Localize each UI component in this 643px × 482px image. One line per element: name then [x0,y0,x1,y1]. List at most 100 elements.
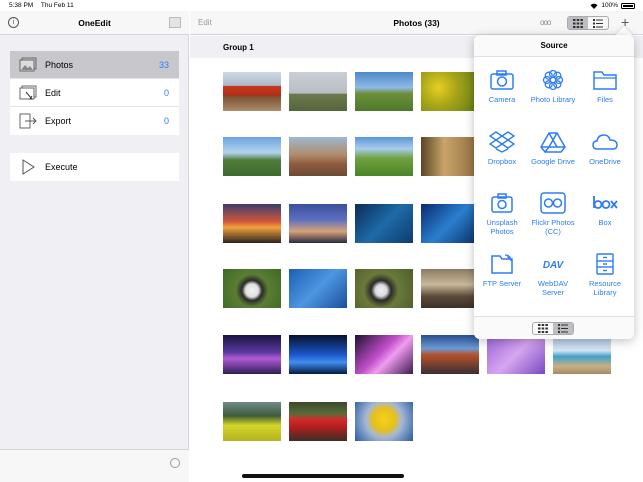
photo-thumbnail[interactable] [223,204,281,243]
source-label: Box [598,218,612,227]
photo-thumbnail[interactable] [223,72,281,111]
history-icon[interactable] [170,458,180,468]
source-label: Files [597,95,613,104]
photo-thumbnail[interactable] [355,269,413,308]
status-bar: 5:38 PM Thu Feb 11 100% [0,0,643,11]
photo-thumbnail[interactable] [421,335,479,374]
sidebar-item-photos[interactable]: Photos 33 [10,51,179,79]
grid-view-icon[interactable] [533,323,553,334]
files-icon [593,71,617,90]
sidebar-header: i OneEdit [0,11,189,35]
ftp-server-icon [491,254,513,274]
source-unsplash[interactable]: Unsplash Photos [476,192,528,236]
photo-thumbnail[interactable] [487,335,545,374]
photo-thumbnail[interactable] [223,402,281,441]
source-webdav-server[interactable]: DAV WebDAV Server [527,253,579,297]
photo-thumbnail[interactable] [421,137,479,176]
source-ftp-server[interactable]: FTP Server [476,253,528,288]
source-label: Flickr Photos (CC) [531,218,575,236]
svg-text:DAV: DAV [543,260,565,271]
wifi-icon [590,3,598,9]
photo-library-icon [542,69,564,91]
onedrive-icon [592,134,618,150]
export-icon [19,113,37,129]
sidebar-item-label: Photos [45,59,74,70]
execute-button[interactable]: Execute [10,153,179,181]
execute-label: Execute [45,162,78,172]
photo-thumbnail[interactable] [223,269,281,308]
source-onedrive[interactable]: OneDrive [579,131,631,166]
execute-group: Execute [10,153,179,181]
sidebar-item-count: 33 [158,59,169,70]
more-button[interactable]: ooo [540,18,551,27]
photo-thumbnail[interactable] [289,402,347,441]
source-label: Google Drive [531,157,575,166]
photo-thumbnail[interactable] [289,204,347,243]
source-popover: Source Camera Photo Library Files Dropbo… [474,35,634,339]
photo-thumbnail[interactable] [421,204,479,243]
source-label: OneDrive [589,157,621,166]
main-header: Edit Photos (33) ooo + [190,11,643,35]
app-title: OneEdit [78,18,111,28]
sidebar-item-count: 0 [163,116,169,126]
source-label: WebDAV Server [537,279,569,297]
google-drive-icon [540,132,566,153]
photo-thumbnail[interactable] [553,335,611,374]
flickr-icon [540,192,566,214]
photo-thumbnail[interactable] [355,402,413,441]
home-indicator[interactable] [242,474,404,478]
source-resource-library[interactable]: Resource Library [579,253,631,297]
source-label: FTP Server [482,279,522,288]
photo-thumbnail[interactable] [421,269,479,308]
box-icon [593,196,618,209]
workflow-menu: Photos 33 Edit 0 Export 0 [10,51,179,135]
photo-thumbnail[interactable] [289,269,347,308]
popover-footer [474,316,634,339]
webdav-server-icon: DAV [543,260,565,271]
unsplash-icon [491,193,513,213]
source-google-drive[interactable]: Google Drive [527,131,579,166]
camera-icon [490,70,514,90]
photo-thumbnail[interactable] [355,137,413,176]
battery-icon [621,2,635,9]
sidebar-footer [0,449,189,482]
source-camera[interactable]: Camera [476,69,528,104]
sidebar-item-export[interactable]: Export 0 [10,107,179,135]
list-view-icon[interactable] [588,17,608,29]
photo-thumbnail[interactable] [355,204,413,243]
photo-thumbnail[interactable] [355,72,413,111]
play-icon [22,159,35,175]
source-label: Photo Library [530,95,576,104]
source-view-toggle[interactable] [532,322,574,335]
photo-thumbnail[interactable] [355,335,413,374]
source-box[interactable]: Box [579,192,631,227]
popover-title: Source [474,35,634,57]
sidebar-item-edit[interactable]: Edit 0 [10,79,179,107]
grid-view-icon[interactable] [568,17,588,29]
sidebar-item-label: Edit [45,87,61,98]
photo-thumbnail[interactable] [289,72,347,111]
source-label: Camera [488,95,516,104]
photo-thumbnail[interactable] [289,137,347,176]
source-files[interactable]: Files [579,69,631,104]
list-view-icon[interactable] [553,323,573,334]
source-label: Dropbox [487,157,517,166]
source-label: Resource Library [588,279,622,297]
sidebar-item-label: Export [45,116,72,126]
source-flickr[interactable]: Flickr Photos (CC) [527,192,579,236]
sidebar-toggle-icon[interactable] [169,17,181,28]
source-label: Unsplash Photos [486,218,518,236]
sidebar-item-count: 0 [163,87,169,98]
view-mode-toggle[interactable] [567,16,609,30]
photo-thumbnail[interactable] [223,137,281,176]
source-dropbox[interactable]: Dropbox [476,131,528,166]
source-photo-library[interactable]: Photo Library [527,69,579,104]
resource-library-icon [596,253,614,275]
battery-percent: 100% [601,2,618,9]
photo-thumbnail[interactable] [223,335,281,374]
photo-thumbnail[interactable] [421,72,479,111]
photos-icon [19,57,37,71]
photo-thumbnail[interactable] [289,335,347,374]
edit-icon [19,85,37,99]
status-date: Thu Feb 11 [40,2,74,9]
